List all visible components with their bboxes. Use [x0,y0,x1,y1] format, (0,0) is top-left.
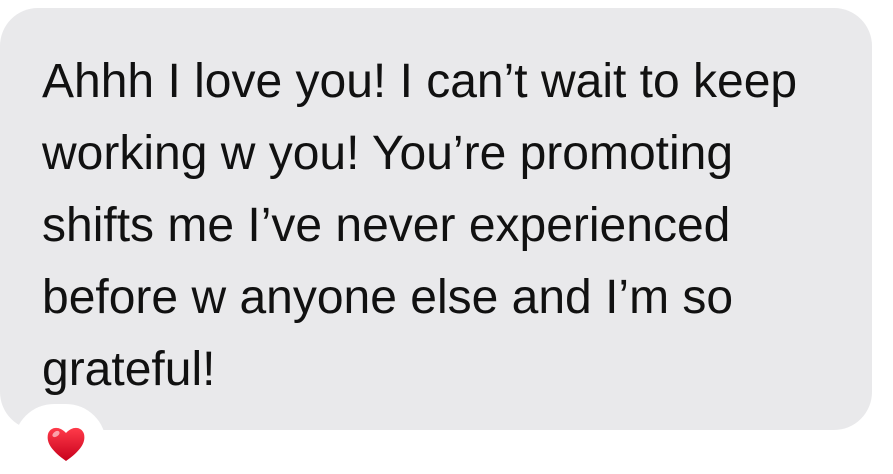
message-thread: Ahhh I love you! I can’t wait to keep wo… [0,0,893,474]
received-message-bubble[interactable]: Ahhh I love you! I can’t wait to keep wo… [0,8,872,430]
heart-icon [44,422,88,466]
message-text: Ahhh I love you! I can’t wait to keep wo… [42,55,798,396]
reaction-badge[interactable] [14,404,106,474]
